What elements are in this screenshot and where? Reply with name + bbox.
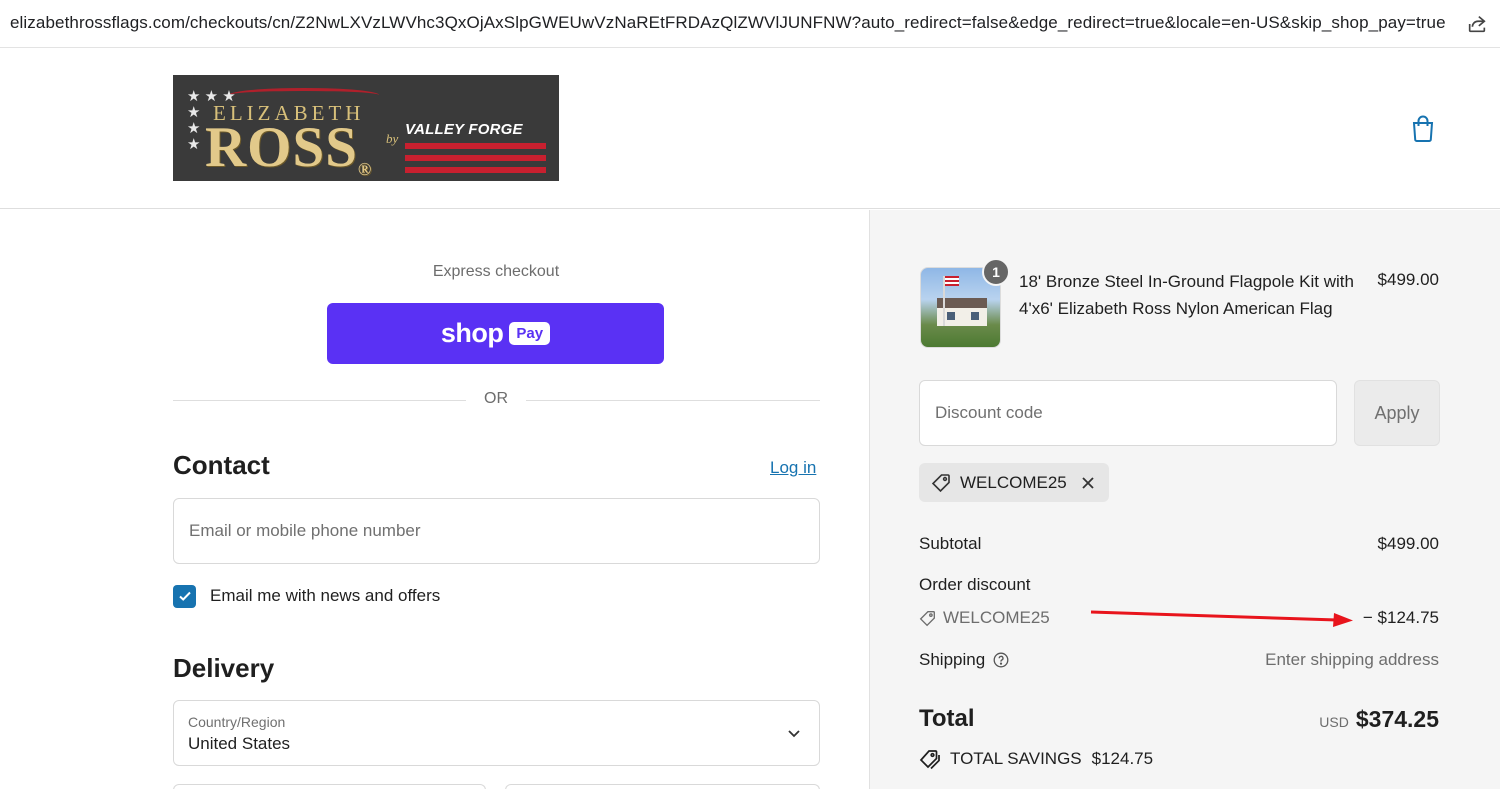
shopping-bag-icon[interactable] (1410, 114, 1436, 142)
applied-code-text: WELCOME25 (960, 472, 1067, 492)
country-value: United States (188, 734, 291, 753)
url-text[interactable]: elizabethrossflags.com/checkouts/cn/Z2Nw… (10, 13, 1450, 33)
email-input[interactable] (174, 499, 819, 563)
shipping-label-text: Shipping (919, 650, 986, 669)
help-circle-icon[interactable] (993, 652, 1009, 668)
or-divider: OR (173, 390, 820, 412)
logo-swoosh (229, 88, 379, 102)
subtotal-label: Subtotal (919, 534, 982, 553)
country-label: Country/Region (188, 714, 286, 730)
discount-code-input[interactable] (920, 381, 1336, 445)
store-logo[interactable]: ★ ★ ★ ★ ★ ★ ELIZABETH ROSS® by VALLEY FORGE (173, 75, 559, 181)
newsletter-option[interactable]: Email me with news and offers (173, 584, 440, 608)
total-value: USD $374.25 (1239, 706, 1439, 733)
order-discount-value: − $124.75 (1362, 608, 1439, 627)
chevron-down-icon (788, 730, 800, 738)
contact-heading: Contact (173, 450, 270, 480)
tag-icon (931, 473, 950, 492)
logo-reg-mark: ® (357, 159, 373, 179)
logo-stripe (405, 155, 546, 161)
browser-url-bar[interactable]: elizabethrossflags.com/checkouts/cn/Z2Nw… (0, 0, 1500, 48)
logo-valley-forge: VALLEY FORGE (405, 121, 523, 138)
logo-word-ross: ROSS® (205, 115, 372, 180)
applied-discount-chip: WELCOME25 (919, 463, 1109, 502)
quantity-badge: 1 (982, 258, 1010, 286)
express-checkout-title: Express checkout (432, 263, 560, 280)
divider-line (173, 400, 466, 401)
total-currency: USD (1319, 714, 1349, 730)
logo-stripe (405, 143, 546, 149)
last-name-field[interactable] (505, 784, 820, 789)
logo-by: by (386, 131, 399, 146)
newsletter-label: Email me with news and offers (210, 586, 441, 605)
thumbnail-window (947, 312, 955, 320)
logo-ross-text: ROSS (205, 116, 358, 179)
product-name: 18' Bronze Steel In-Ground Flagpole Kit … (1019, 272, 1354, 318)
thumbnail-flag (945, 276, 959, 286)
total-savings: TOTAL SAVINGS $124.75 (919, 748, 1153, 770)
or-label: OR (484, 390, 508, 407)
delivery-heading: Delivery (173, 653, 275, 683)
discount-code-field[interactable] (919, 380, 1337, 446)
remove-discount-icon[interactable] (1081, 476, 1095, 490)
shop-pay-badge: Pay (509, 322, 551, 345)
share-icon[interactable] (1466, 13, 1488, 35)
checkout-header: ★ ★ ★ ★ ★ ★ ELIZABETH ROSS® by VALLEY FORGE (0, 48, 1500, 209)
savings-value: $124.75 (1091, 749, 1154, 768)
shop-pay-button[interactable]: shop Pay (327, 303, 664, 364)
order-discount-label: Order discount (919, 575, 1031, 594)
checkout-form-column: Express checkout shop Pay OR Contact Log… (0, 210, 869, 789)
shipping-value: Enter shipping address (1265, 650, 1439, 669)
subtotal-value: $499.00 (1377, 534, 1439, 553)
email-field[interactable] (173, 498, 820, 564)
first-name-field[interactable] (173, 784, 486, 789)
checkmark-icon (178, 591, 191, 601)
order-discount-code: WELCOME25 (919, 608, 1050, 628)
login-link[interactable]: Log in (770, 458, 816, 478)
savings-tags-icon (919, 750, 940, 770)
newsletter-checkbox[interactable] (173, 584, 196, 608)
savings-label: TOTAL SAVINGS (950, 749, 1082, 768)
total-label: Total (919, 705, 975, 732)
thumbnail-window (971, 312, 979, 320)
shipping-label: Shipping (919, 650, 1009, 670)
apply-discount-button[interactable]: Apply (1354, 380, 1440, 446)
order-discount-code-text: WELCOME25 (943, 608, 1050, 627)
country-select[interactable]: Country/Region United States (173, 700, 820, 766)
tag-icon (919, 610, 935, 626)
product-price: $499.00 (1377, 270, 1439, 289)
shop-pay-wordmark: shop (440, 318, 504, 348)
order-summary: 1 18' Bronze Steel In-Ground Flagpole Ki… (869, 210, 1500, 789)
logo-stripe (405, 167, 546, 173)
total-amount: $374.25 (1355, 706, 1439, 732)
divider-line (526, 400, 820, 401)
